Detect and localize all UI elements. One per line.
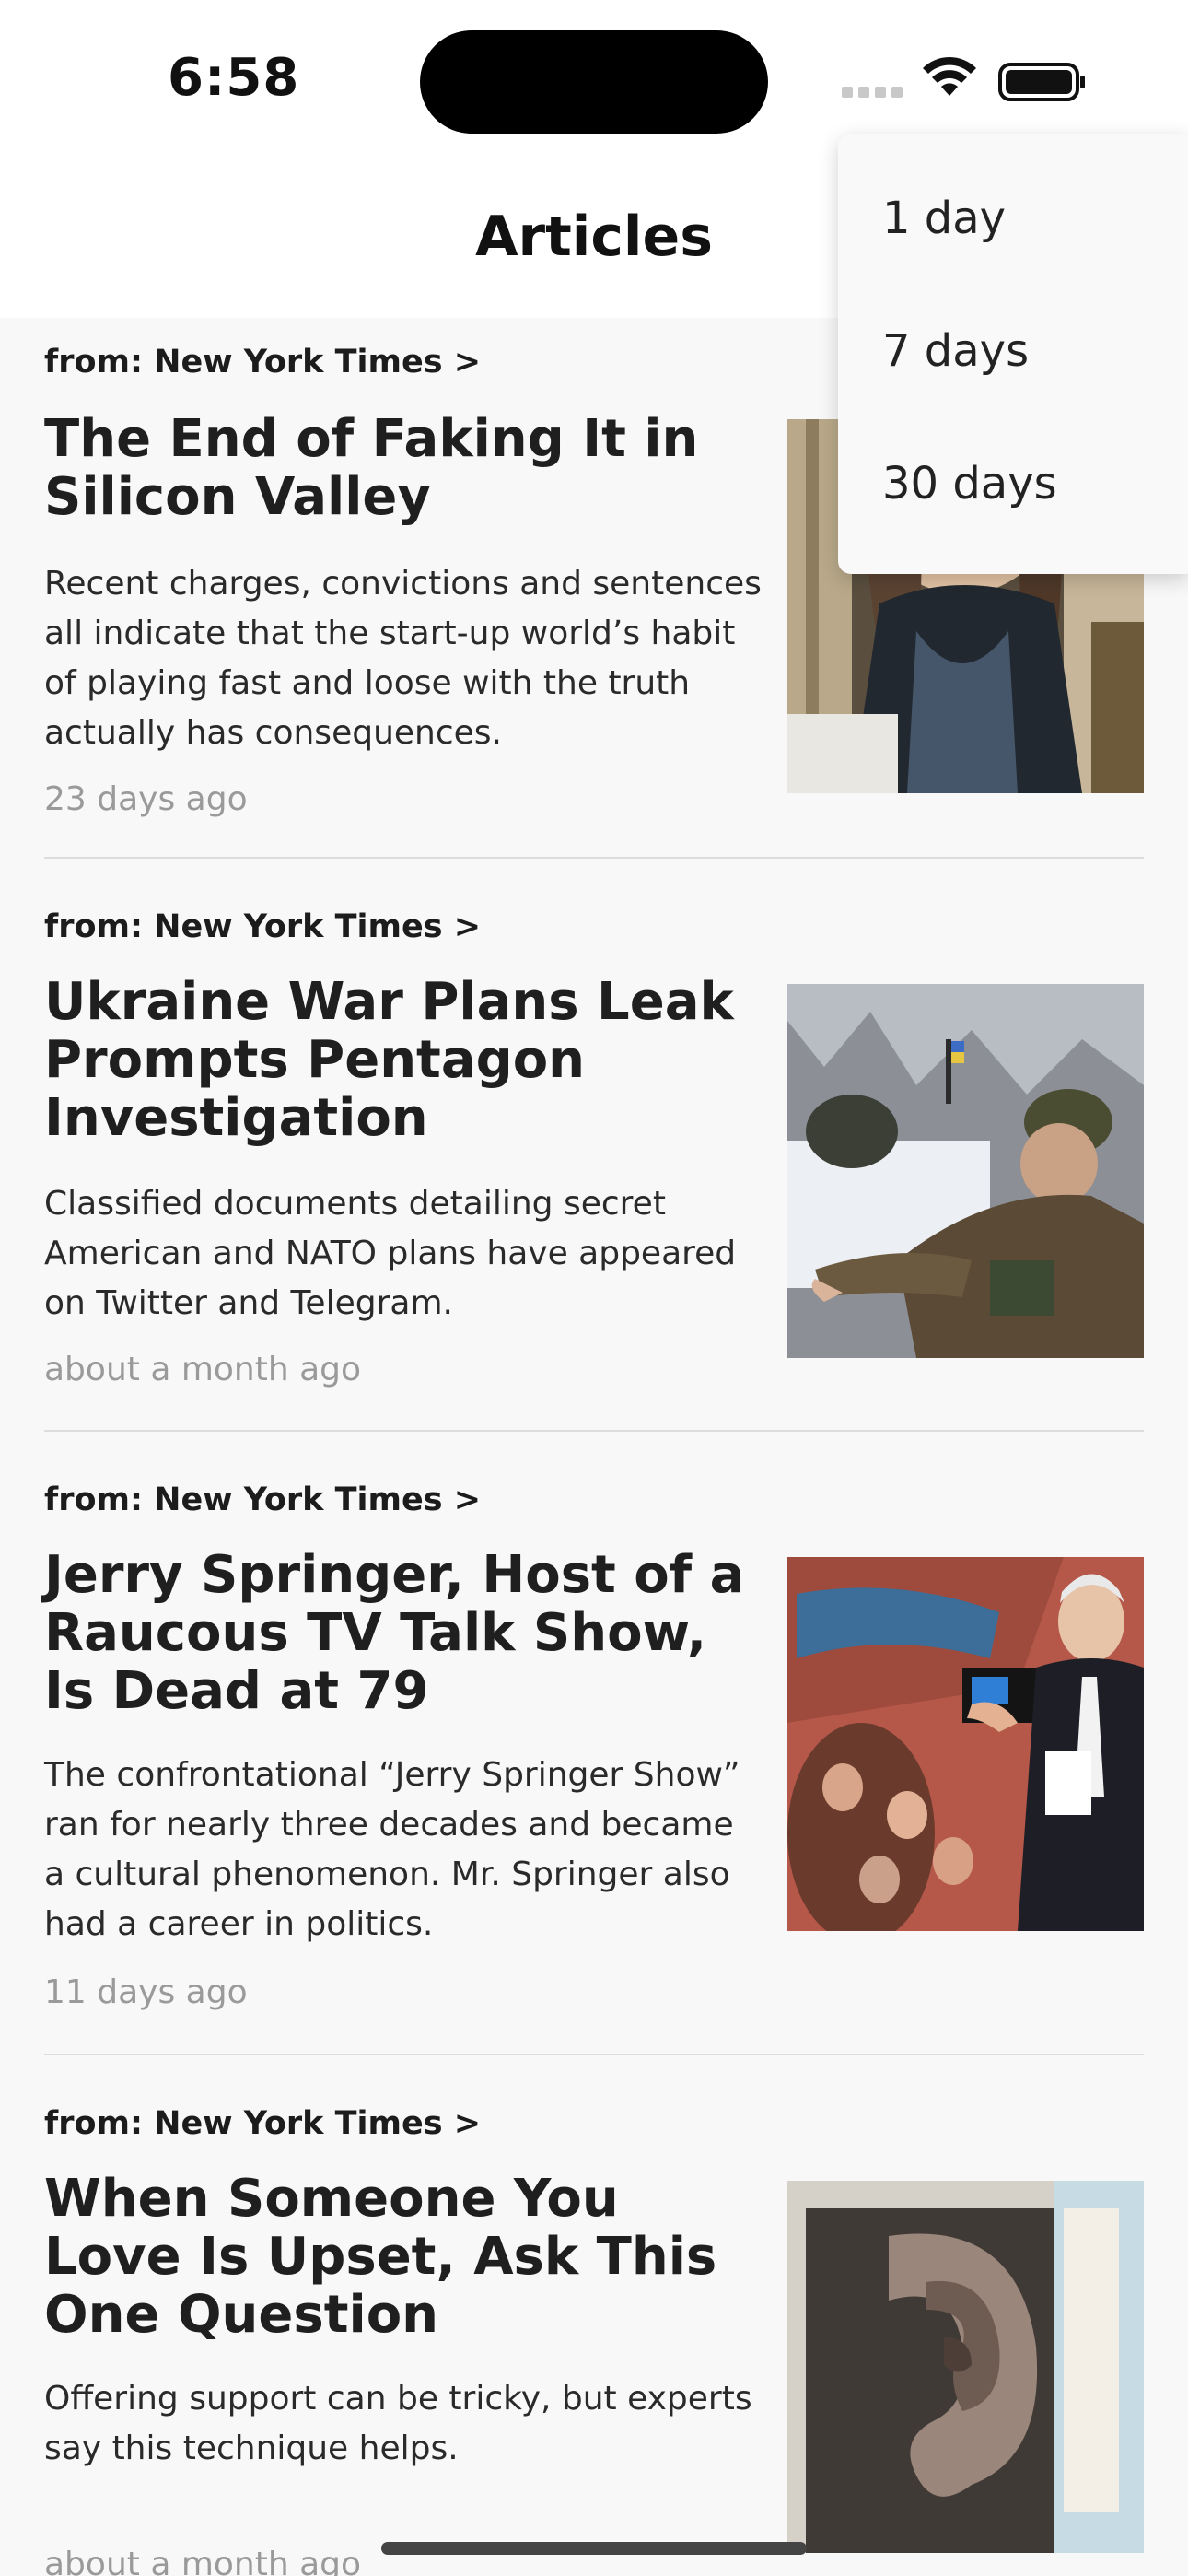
dropdown-option-7-days[interactable]: 7 days xyxy=(882,325,1029,377)
home-indicator[interactable] xyxy=(381,2542,807,2555)
article-summary: The confrontational “Jerry Springer Show… xyxy=(44,1756,740,1943)
article-card[interactable]: from: New York Times > Ukraine War Plans… xyxy=(44,859,1144,1430)
article-age: 23 days ago xyxy=(44,780,248,818)
article-title[interactable]: Ukraine War Plans Leak Prompts Pentagon … xyxy=(44,973,763,1147)
dropdown-option-1-day[interactable]: 1 day xyxy=(882,193,1006,244)
article-summary: Recent charges, convictions and sentence… xyxy=(44,565,762,752)
article-title[interactable]: When Someone You Love Is Upset, Ask This… xyxy=(44,2170,763,2344)
battery-icon xyxy=(998,63,1085,101)
article-card[interactable]: from: New York Times > When Someone You … xyxy=(44,2055,1144,2576)
article-age: about a month ago xyxy=(44,1351,362,1388)
article-summary: Classified documents detailing secret Am… xyxy=(44,1185,737,1322)
article-summary: Offering support can be tricky, but expe… xyxy=(44,2380,752,2467)
article-age: about a month ago xyxy=(44,2546,362,2576)
article-title[interactable]: The End of Faking It in Silicon Valley xyxy=(44,410,763,526)
article-thumbnail[interactable] xyxy=(787,984,1144,1358)
dropdown-option-30-days[interactable]: 30 days xyxy=(882,458,1057,509)
cellular-signal-icon xyxy=(842,87,903,98)
article-thumbnail[interactable] xyxy=(787,2181,1144,2553)
article-card[interactable]: from: New York Times > Jerry Springer, H… xyxy=(44,1432,1144,2054)
article-age: 11 days ago xyxy=(44,1973,248,2011)
article-source-link[interactable]: from: New York Times > xyxy=(44,2105,481,2142)
status-time: 6:58 xyxy=(168,48,300,108)
screen: 6:58 Articles from: New York Times > The… xyxy=(0,0,1188,2576)
wifi-icon xyxy=(923,56,976,96)
article-source-link[interactable]: from: New York Times > xyxy=(44,908,481,945)
article-title[interactable]: Jerry Springer, Host of a Raucous TV Tal… xyxy=(44,1546,763,1720)
article-source-link[interactable]: from: New York Times > xyxy=(44,1481,481,1518)
article-thumbnail[interactable] xyxy=(787,1557,1144,1931)
time-range-dropdown: 1 day 7 days 30 days xyxy=(838,134,1188,574)
dynamic-island xyxy=(420,30,768,134)
article-source-link[interactable]: from: New York Times > xyxy=(44,344,481,381)
status-bar: 6:58 xyxy=(0,0,1188,147)
